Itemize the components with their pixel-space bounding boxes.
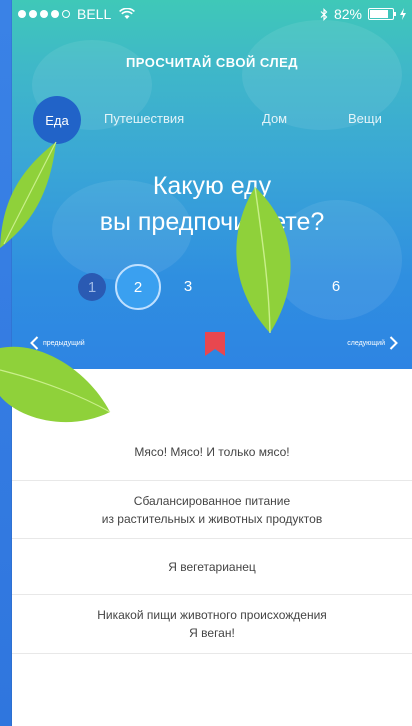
question-text: Какую еду вы предпочитаете? [12, 168, 412, 240]
battery-percent: 82% [333, 6, 362, 22]
previous-button[interactable]: предыдущий [30, 336, 85, 350]
previous-label: предыдущий [43, 339, 85, 347]
bookmark-icon[interactable] [205, 332, 225, 356]
question-line-1: Какую еду [152, 172, 272, 200]
chevron-right-icon [389, 336, 398, 350]
step-1[interactable]: 1 [78, 273, 106, 301]
next-label: следующий [347, 339, 385, 347]
question-line-2: вы предпочитаете? [99, 208, 325, 236]
status-bar: BELL 82% [12, 0, 412, 26]
signal-dot-icon [29, 10, 37, 18]
answer-text: Я вегетарианец [168, 559, 256, 574]
answer-text: Сбалансированное питание из растительных… [101, 493, 323, 526]
answer-text: Мясо! Мясо! И только мясо! [134, 445, 290, 459]
bluetooth-icon [320, 7, 328, 21]
signal-dot-icon [40, 10, 48, 18]
answer-option[interactable]: Сбалансированное питание из растительных… [12, 481, 412, 539]
answer-option[interactable]: Никакой пищи животного происхождения Я в… [12, 595, 412, 654]
next-button[interactable]: следующий [347, 336, 398, 350]
tab-home[interactable]: Дом [262, 111, 287, 126]
phone-screen: BELL 82% ПРОСЧИТАЙ СВОЙ СЛЕД Еда Путешес… [12, 0, 412, 726]
chevron-left-icon [30, 336, 39, 350]
step-navigation: предыдущий следующий [12, 330, 412, 358]
signal-dot-icon [62, 10, 70, 18]
step-6[interactable]: 6 [326, 276, 346, 296]
category-tabs: Еда Путешествия Дом Вещи [12, 96, 412, 146]
charging-icon [400, 8, 406, 20]
answer-option[interactable]: Я вегетарианец [12, 539, 412, 595]
tab-things[interactable]: Вещи [348, 111, 382, 126]
page-title: ПРОСЧИТАЙ СВОЙ СЛЕД [125, 55, 299, 70]
wifi-icon [119, 8, 136, 19]
step-2-current[interactable]: 2 [115, 264, 161, 310]
battery-icon [368, 8, 396, 20]
carrier-name: BELL [77, 6, 112, 22]
step-indicator: 1 2 3 6 [12, 262, 412, 312]
tab-travel[interactable]: Путешествия [104, 111, 184, 126]
answer-list: Мясо! Мясо! И только мясо! Сбалансирован… [12, 424, 412, 654]
hero-section: BELL 82% ПРОСЧИТАЙ СВОЙ СЛЕД Еда Путешес… [12, 0, 412, 369]
signal-dot-icon [18, 10, 26, 18]
answer-text: Никакой пищи животного происхождения Я в… [97, 608, 327, 640]
signal-dot-icon [51, 10, 59, 18]
step-3[interactable]: 3 [178, 276, 198, 296]
answer-option[interactable]: Мясо! Мясо! И только мясо! [12, 424, 412, 481]
tab-label: Еда [45, 112, 69, 128]
tab-food[interactable]: Еда [33, 96, 81, 144]
